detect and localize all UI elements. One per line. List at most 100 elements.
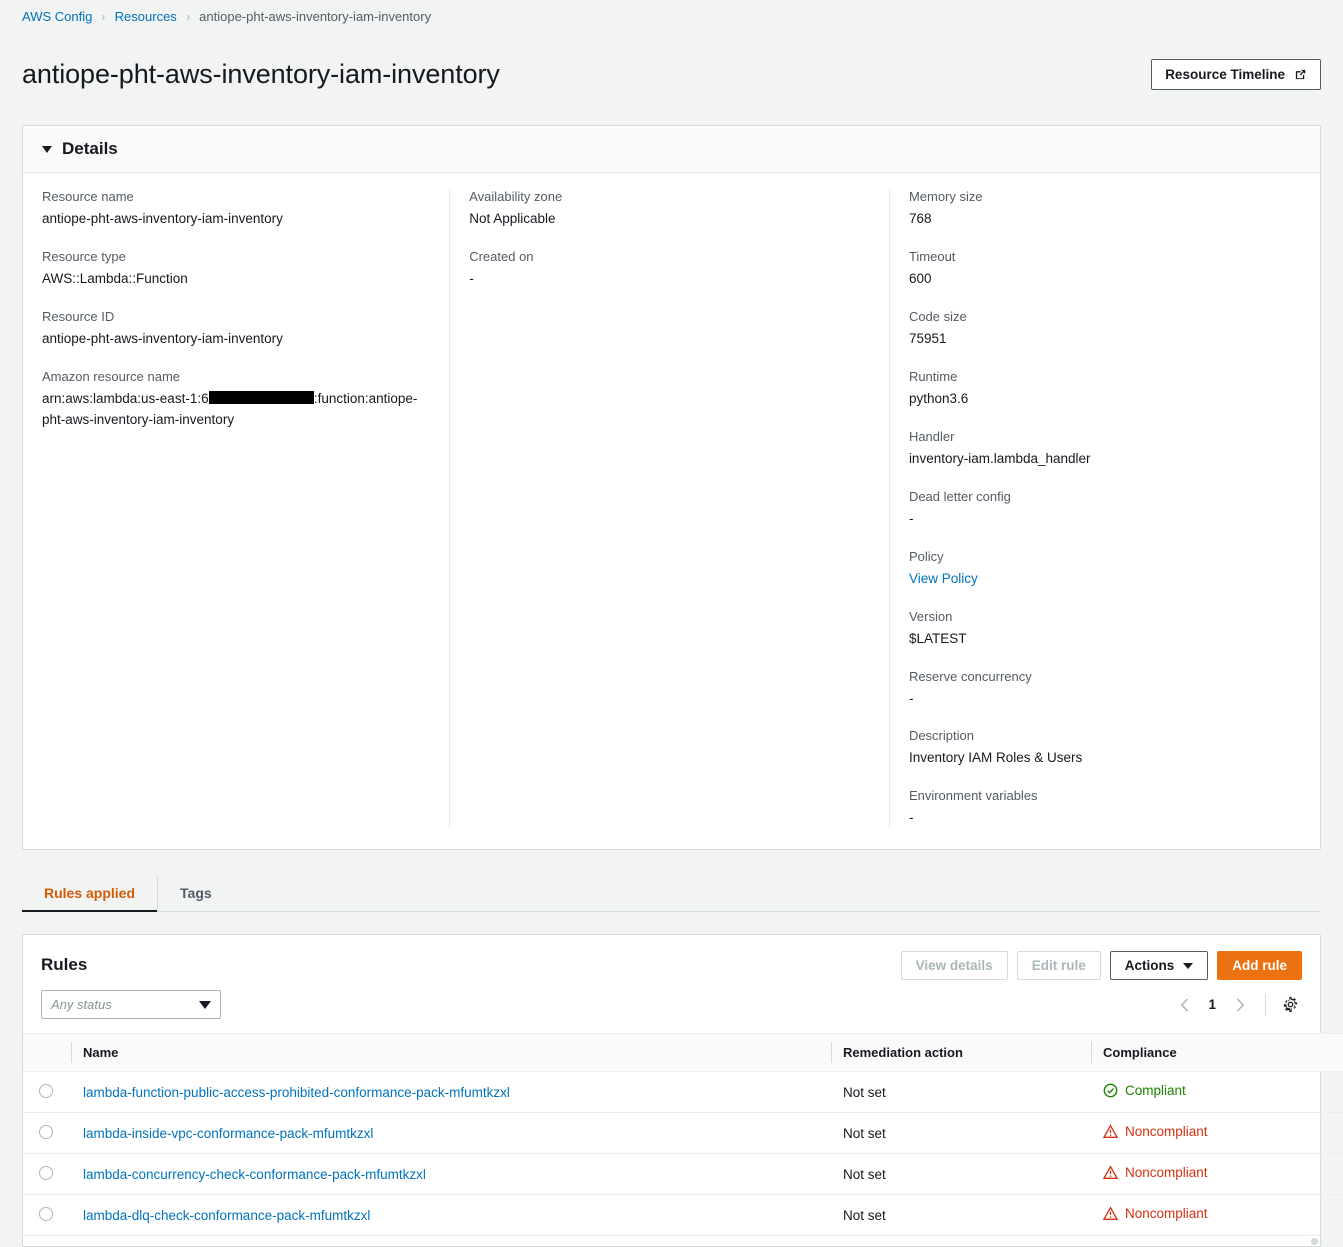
rules-table: Name Remediation action Compliance lambd… — [23, 1033, 1343, 1235]
field-value: antiope-pht-aws-inventory-iam-inventory — [42, 211, 283, 227]
field-value: arn:aws:lambda:us-east-1:6███████████:fu… — [42, 389, 430, 431]
field-resource-id: Resource ID antiope-pht-aws-inventory-ia… — [42, 309, 430, 350]
previous-page-button[interactable] — [1171, 992, 1197, 1018]
arn-redacted-account-id: ███████████ — [208, 390, 314, 404]
tab-rules-applied[interactable]: Rules applied — [22, 876, 158, 913]
table-settings-button[interactable] — [1278, 993, 1302, 1017]
field-value: $LATEST — [908, 630, 967, 646]
warning-triangle-icon — [1103, 1206, 1118, 1221]
status-label: Noncompliant — [1125, 1165, 1208, 1181]
table-row[interactable]: lambda-inside-vpc-conformance-pack-mfumt… — [23, 1112, 1343, 1155]
chevron-left-icon — [1180, 998, 1189, 1012]
table-row[interactable]: lambda-dlq-check-conformance-pack-mfumtk… — [23, 1195, 1343, 1236]
pagination-divider — [1265, 993, 1266, 1016]
field-reserve-concurrency: Reserve concurrency - — [909, 669, 1301, 710]
field-value: python3.6 — [908, 390, 969, 406]
field-label: Environment variables — [908, 788, 1038, 804]
breadcrumb-item-resources[interactable]: Resources — [115, 9, 177, 24]
rule-name-link[interactable]: lambda-function-public-access-prohibited… — [83, 1085, 510, 1100]
field-label: Created on — [469, 249, 534, 265]
column-header-remediation-action[interactable]: Remediation action — [831, 1033, 1091, 1073]
resource-timeline-button[interactable]: Resource Timeline — [1151, 59, 1321, 91]
next-page-button[interactable] — [1227, 992, 1253, 1018]
chevron-down-icon[interactable] — [42, 145, 52, 153]
edit-rule-button[interactable]: Edit rule — [1016, 951, 1101, 981]
field-value: 768 — [908, 211, 932, 227]
field-label: Resource name — [42, 189, 134, 205]
field-amazon-resource-name: Amazon resource name arn:aws:lambda:us-e… — [42, 369, 430, 431]
arn-prefix: arn:aws:lambda:us-east-1:6 — [42, 390, 209, 406]
field-value: Inventory IAM Roles & Users — [908, 750, 1083, 766]
field-label: Description — [908, 728, 974, 744]
details-panel-header[interactable]: Details — [23, 126, 1320, 174]
status-badge: Compliant — [1103, 1083, 1186, 1098]
row-remediation-cell: Not set — [843, 1207, 886, 1223]
field-resource-type: Resource type AWS::Lambda::Function — [42, 249, 430, 290]
page-number[interactable]: 1 — [1201, 997, 1223, 1012]
column-header-name[interactable]: Name — [71, 1033, 831, 1073]
view-policy-link[interactable]: View Policy — [909, 571, 978, 586]
details-panel: Details Resource name antiope-pht-aws-in… — [22, 125, 1321, 851]
row-radio-button[interactable] — [39, 1083, 53, 1098]
field-value: - — [908, 690, 914, 706]
column-header-compliance[interactable]: Compliance — [1091, 1033, 1343, 1073]
field-environment-variables: Environment variables - — [909, 788, 1301, 829]
field-value: - — [908, 810, 914, 826]
status-label: Compliant — [1125, 1083, 1186, 1099]
row-compliance-cell: Noncompliant — [1091, 1112, 1343, 1155]
rule-name-link[interactable]: lambda-concurrency-check-conformance-pac… — [83, 1167, 426, 1182]
field-value: View Policy — [909, 569, 1301, 590]
add-rule-button[interactable]: Add rule — [1217, 951, 1302, 981]
field-label: Handler — [908, 428, 955, 444]
breadcrumb-item-aws-config[interactable]: AWS Config — [22, 9, 92, 24]
field-label: Dead letter config — [908, 488, 1011, 504]
page-title: antiope-pht-aws-inventory-iam-inventory — [22, 59, 500, 90]
row-select-cell — [23, 1112, 71, 1155]
rule-name-link[interactable]: lambda-dlq-check-conformance-pack-mfumtk… — [83, 1208, 370, 1223]
status-filter-placeholder: Any status — [51, 997, 112, 1013]
actions-dropdown-button[interactable]: Actions — [1109, 951, 1209, 981]
status-badge: Noncompliant — [1103, 1124, 1208, 1139]
field-code-size: Code size 75951 — [909, 309, 1301, 350]
row-remediation-cell: Not set — [831, 1071, 1091, 1114]
rules-title: Rules — [41, 955, 88, 975]
field-description: Description Inventory IAM Roles & Users — [909, 728, 1301, 769]
row-name-cell: lambda-function-public-access-prohibited… — [71, 1071, 831, 1114]
row-compliance-cell: Compliant — [1091, 1071, 1343, 1114]
field-label: Availability zone — [469, 189, 563, 205]
row-remediation-cell: Not set — [831, 1112, 1091, 1155]
field-memory-size: Memory size 768 — [909, 189, 1301, 230]
tab-tags[interactable]: Tags — [157, 876, 234, 912]
status-label: Noncompliant — [1125, 1124, 1208, 1140]
status-filter-select[interactable]: Any status — [41, 990, 221, 1020]
details-column-3: Memory size 768 Timeout 600 Code size 75… — [888, 189, 1320, 830]
page-header: antiope-pht-aws-inventory-iam-inventory … — [0, 32, 1343, 125]
status-badge: Noncompliant — [1103, 1206, 1208, 1221]
row-name-cell: lambda-inside-vpc-conformance-pack-mfumt… — [71, 1112, 831, 1155]
field-version: Version $LATEST — [909, 609, 1301, 650]
table-horizontal-scrollbar[interactable] — [23, 1235, 1320, 1247]
row-radio-button[interactable] — [39, 1124, 53, 1139]
field-label: Resource ID — [42, 309, 115, 324]
chevron-down-icon — [199, 1000, 211, 1009]
view-details-button[interactable]: View details — [900, 951, 1008, 981]
rules-toolbar: Rules View details Edit rule Actions Add… — [23, 935, 1320, 981]
table-row[interactable]: lambda-concurrency-check-conformance-pac… — [23, 1153, 1343, 1196]
row-radio-button[interactable] — [39, 1165, 53, 1180]
tab-bar: Rules applied Tags — [22, 876, 1321, 913]
row-name-cell: lambda-dlq-check-conformance-pack-mfumtk… — [71, 1195, 831, 1236]
field-value: - — [908, 510, 914, 526]
check-circle-icon — [1103, 1083, 1118, 1098]
field-value: AWS::Lambda::Function — [42, 271, 188, 287]
chevron-down-icon — [1183, 962, 1194, 969]
field-value: - — [469, 271, 474, 287]
table-row[interactable]: lambda-function-public-access-prohibited… — [23, 1071, 1343, 1114]
rule-name-link[interactable]: lambda-inside-vpc-conformance-pack-mfumt… — [83, 1126, 373, 1141]
details-column-2: Availability zone Not Applicable Created… — [449, 189, 889, 830]
field-label: Memory size — [908, 189, 983, 205]
row-radio-button[interactable] — [39, 1206, 53, 1221]
status-badge: Noncompliant — [1103, 1165, 1208, 1180]
field-label: Runtime — [908, 368, 958, 384]
field-value: inventory-iam.lambda_handler — [908, 450, 1091, 466]
field-label: Timeout — [908, 249, 956, 265]
